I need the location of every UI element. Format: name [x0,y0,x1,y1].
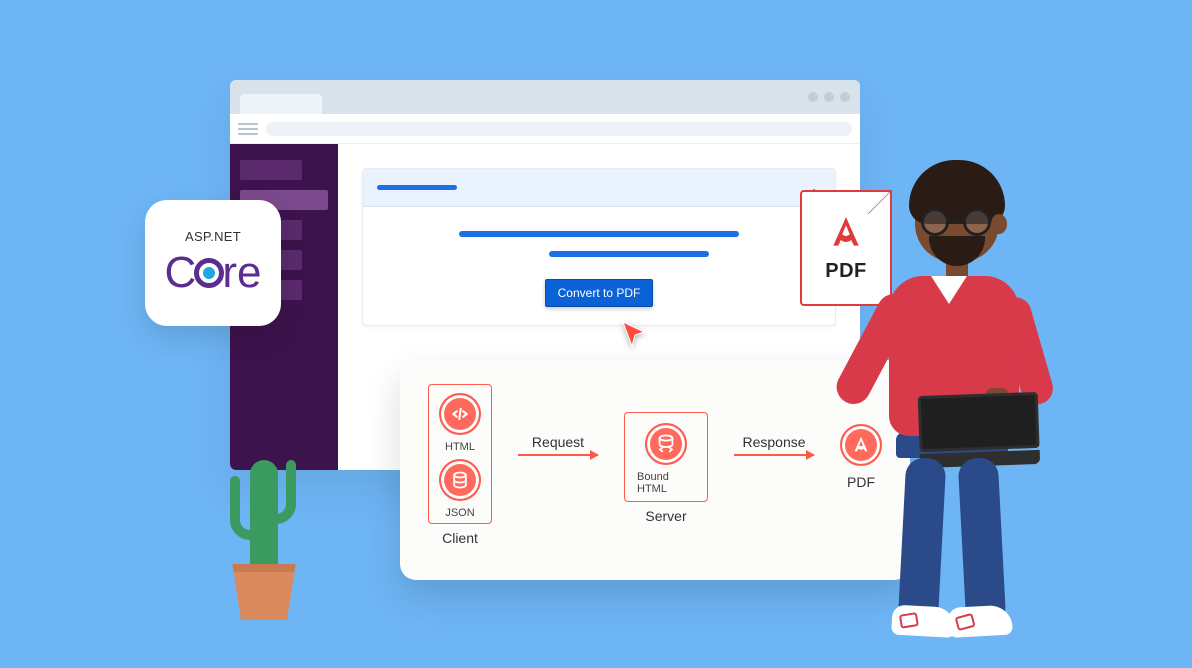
window-control-dot[interactable] [840,92,850,102]
aspnet-core-logo-icon: C re [165,248,262,298]
content-line [549,251,709,257]
aspnet-label: ASP.NET [185,229,241,244]
content-panel: ︿ Convert to PDF [362,168,836,326]
request-arrow: Request [518,434,598,456]
panel-title-placeholder [377,185,457,190]
hamburger-icon[interactable] [238,123,258,135]
aspnet-core-badge: ASP.NET C re [145,200,281,326]
server-group: Bound HTML [624,412,708,502]
client-group-label: Client [442,530,478,546]
flow-diagram-card: HTML JSON Client Request [400,360,910,580]
panel-body: Convert to PDF [363,207,835,325]
url-bar[interactable] [266,122,852,136]
window-controls [808,92,850,102]
browser-tab-bar [230,80,860,114]
client-group: HTML JSON [428,384,492,524]
glasses-icon [921,208,991,236]
request-label: Request [532,434,584,450]
person-illustration [852,172,1052,652]
window-control-dot[interactable] [824,92,834,102]
convert-to-pdf-button[interactable]: Convert to PDF [545,279,654,307]
sidebar-item[interactable] [240,160,302,180]
response-label: Response [742,434,805,450]
content-line [459,231,739,237]
browser-toolbar [230,114,860,144]
bound-html-node-label: Bound HTML [637,471,695,495]
cactus-illustration [228,460,300,620]
server-group-label: Server [645,508,686,524]
bound-html-node-icon [645,423,687,465]
response-arrow: Response [734,434,814,456]
json-node-icon [439,459,481,501]
window-control-dot[interactable] [808,92,818,102]
html-node-icon [439,393,481,435]
json-node-label: JSON [445,507,474,519]
html-node-label: HTML [445,441,475,453]
panel-header[interactable]: ︿ [363,169,835,207]
browser-tab[interactable] [240,94,322,114]
